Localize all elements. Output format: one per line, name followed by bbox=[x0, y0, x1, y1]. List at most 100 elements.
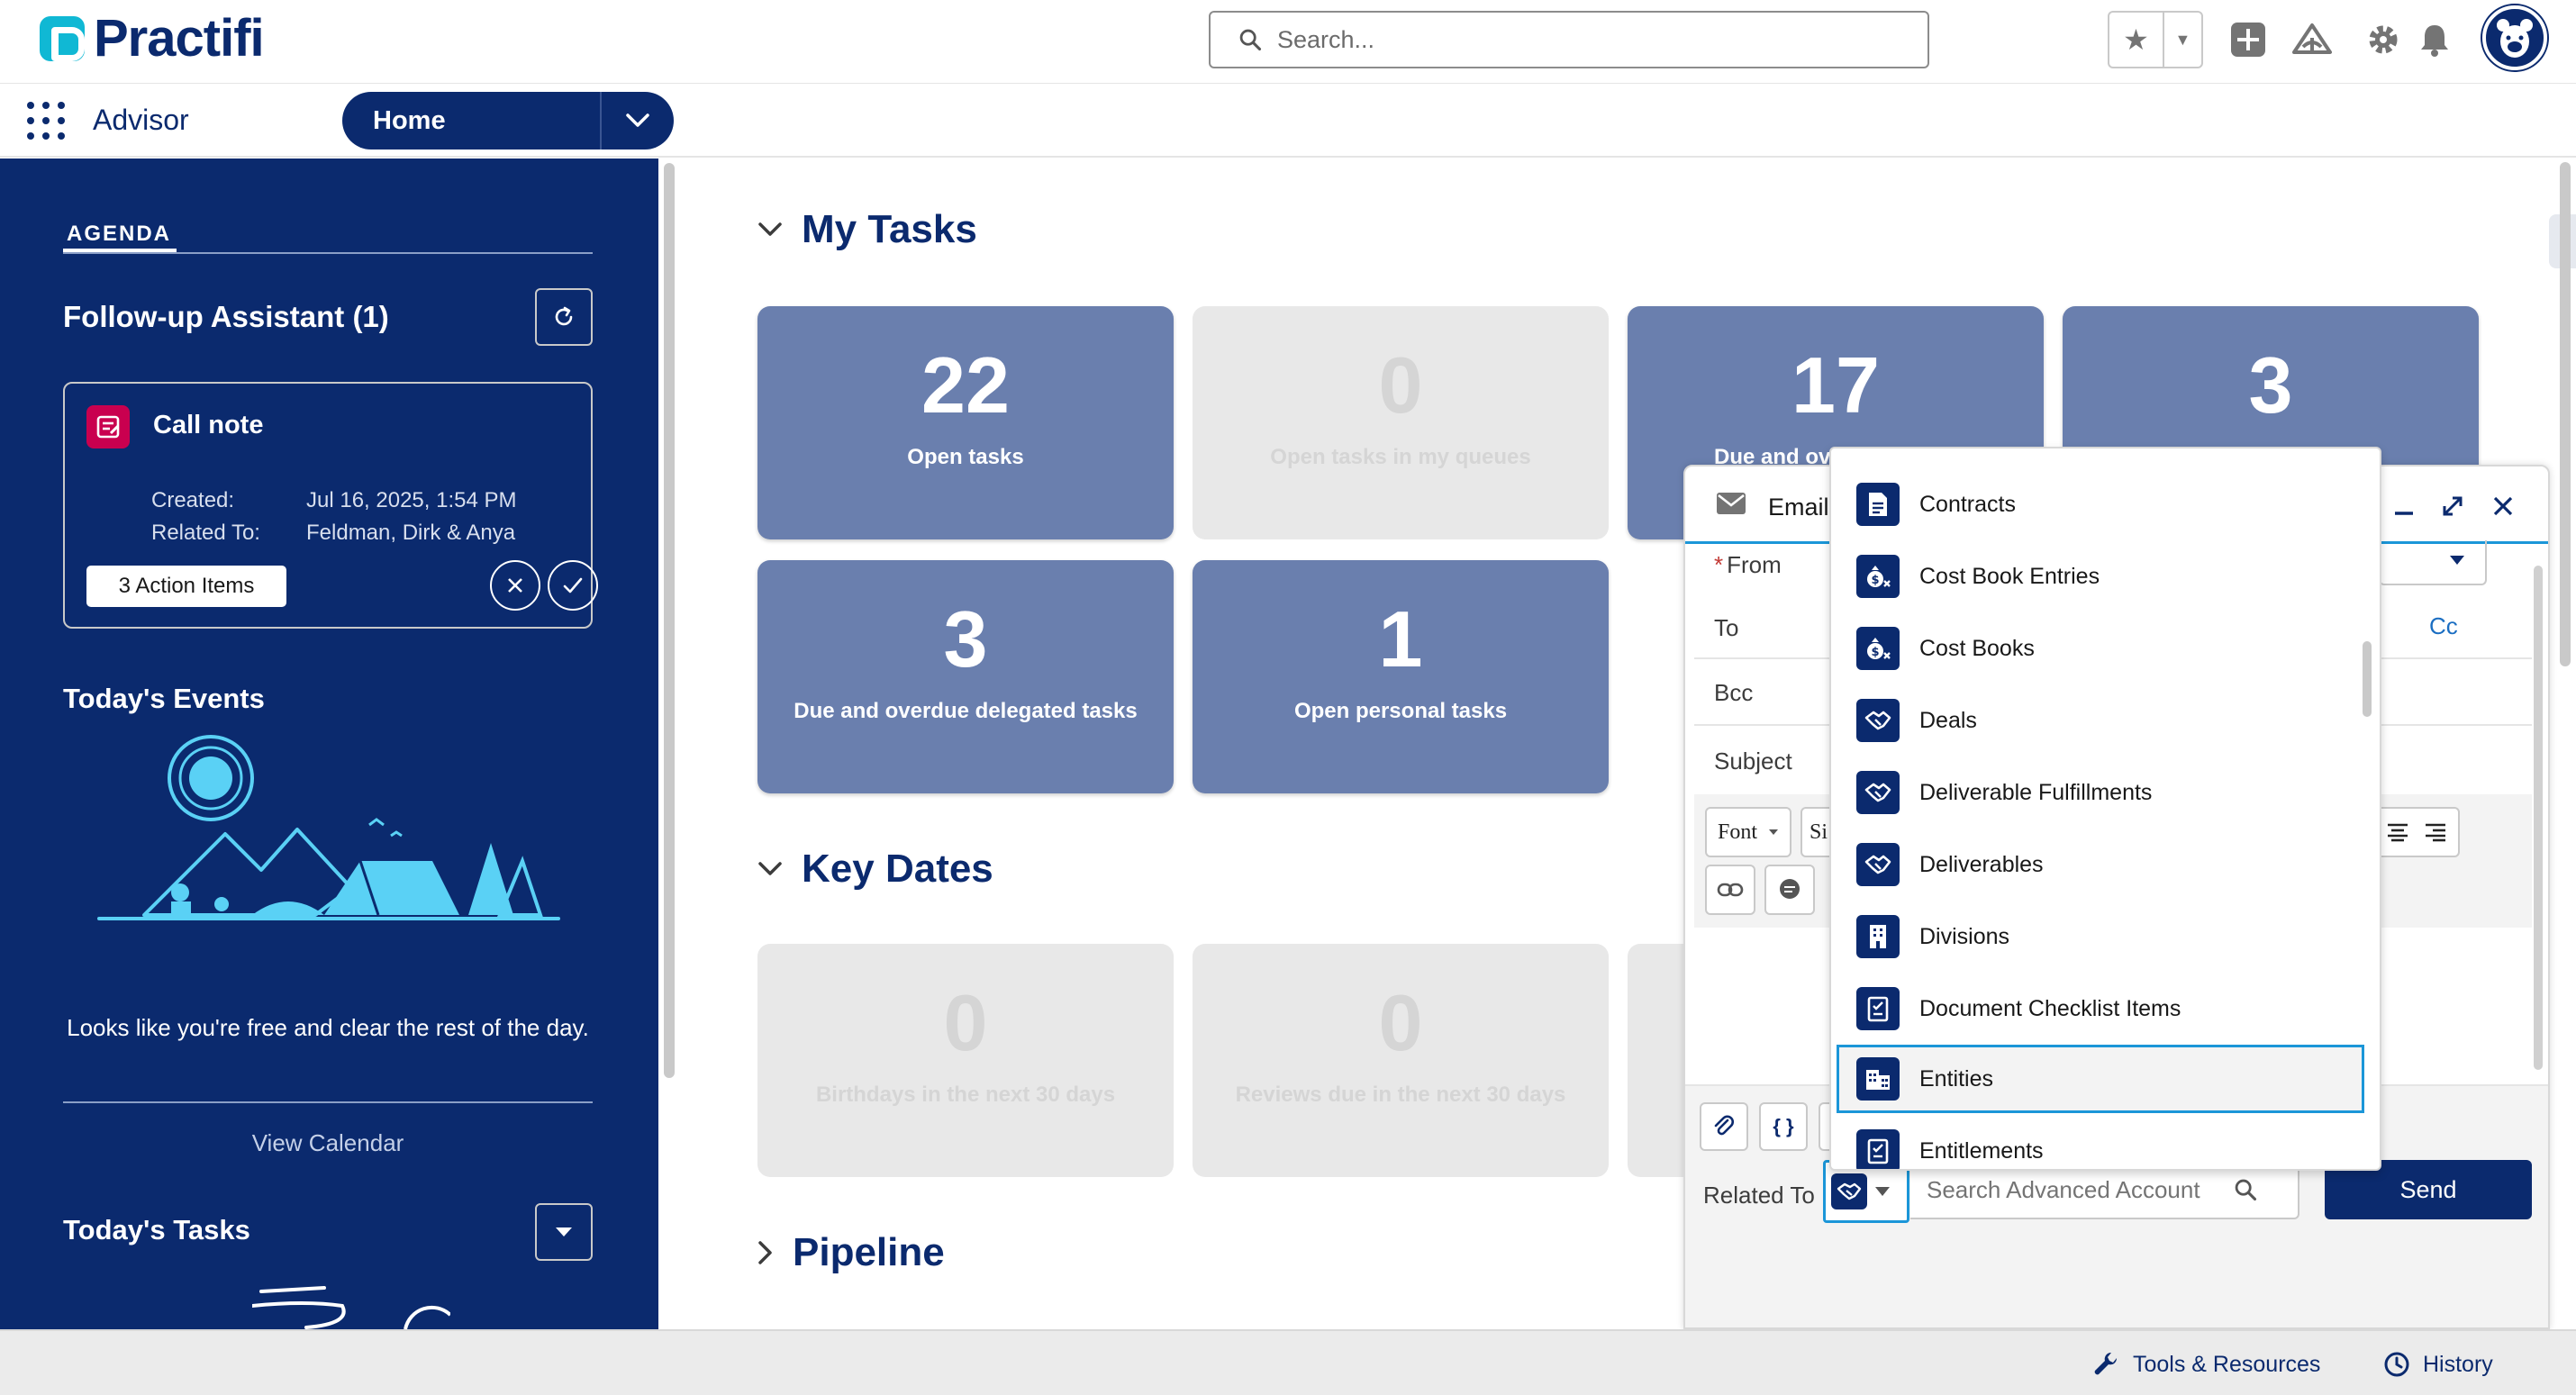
align-center-icon bbox=[2388, 823, 2408, 842]
refresh-button[interactable] bbox=[535, 288, 593, 346]
complete-button[interactable] bbox=[548, 560, 598, 611]
dropdown-item-label: Cost Books bbox=[1919, 635, 2035, 661]
tab-home[interactable]: Home bbox=[342, 92, 674, 149]
dropdown-item-label: Contracts bbox=[1919, 491, 2016, 517]
tile-personal-tasks[interactable]: 1 Open personal tasks bbox=[1193, 560, 1609, 793]
related-to-label: Related To bbox=[1703, 1182, 1815, 1209]
link-button[interactable] bbox=[1705, 865, 1755, 915]
tile-reviews[interactable]: 0 Reviews due in the next 30 days bbox=[1193, 944, 1609, 1177]
history-button[interactable]: History bbox=[2383, 1351, 2493, 1378]
related-to-label: Related To: bbox=[151, 521, 260, 545]
link-icon bbox=[1717, 883, 1744, 897]
handshake-icon bbox=[1856, 843, 1900, 886]
dismiss-button[interactable] bbox=[490, 560, 540, 611]
key-dates-header[interactable]: Key Dates bbox=[757, 847, 993, 892]
chevron-down-icon bbox=[556, 1227, 572, 1236]
tile-value: 22 bbox=[921, 340, 1010, 430]
dropdown-item-deliverable-fulfillments[interactable]: Deliverable Fulfillments bbox=[1837, 758, 2364, 827]
attach-button[interactable] bbox=[1700, 1102, 1748, 1151]
global-search[interactable] bbox=[1209, 11, 1929, 68]
cc-link[interactable]: Cc bbox=[2429, 612, 2458, 640]
money-icon: $ bbox=[1856, 627, 1900, 670]
dropdown-item-deliverables[interactable]: Deliverables bbox=[1837, 830, 2364, 899]
add-icon[interactable] bbox=[2228, 20, 2268, 59]
tile-delegated-tasks[interactable]: 3 Due and overdue delegated tasks bbox=[757, 560, 1174, 793]
bell-icon[interactable] bbox=[2415, 20, 2454, 59]
buildings-icon bbox=[1856, 1057, 1900, 1101]
divider bbox=[63, 252, 593, 254]
global-header: Practifi ★ ▼ bbox=[0, 0, 2576, 84]
call-note-title[interactable]: Call note bbox=[153, 411, 263, 440]
view-calendar-link[interactable]: View Calendar bbox=[63, 1129, 593, 1157]
merge-field-button[interactable]: { } bbox=[1759, 1102, 1808, 1151]
chevron-down-icon bbox=[758, 862, 782, 875]
created-value: Jul 16, 2025, 1:54 PM bbox=[306, 488, 517, 512]
dropdown-item-divisions[interactable]: Divisions bbox=[1837, 902, 2364, 971]
tile-value: 0 bbox=[1378, 978, 1423, 1067]
action-items-badge[interactable]: 3 Action Items bbox=[86, 566, 286, 607]
dropdown-item-deals[interactable]: Deals bbox=[1837, 686, 2364, 755]
dropdown-item-cost-book-entries[interactable]: $ Cost Book Entries bbox=[1837, 542, 2364, 611]
tile-value: 1 bbox=[1378, 594, 1423, 684]
star-icon[interactable]: ★ bbox=[2109, 13, 2164, 67]
font-label: Font bbox=[1717, 820, 1757, 844]
expand-icon[interactable] bbox=[2436, 490, 2469, 522]
from-select[interactable] bbox=[2379, 540, 2487, 585]
user-avatar[interactable] bbox=[2482, 5, 2547, 70]
dropdown-item-label: Entitlements bbox=[1919, 1137, 2044, 1164]
tile-queue-tasks[interactable]: 0 Open tasks in my queues bbox=[1193, 306, 1609, 539]
tools-resources-label: Tools & Resources bbox=[2133, 1351, 2321, 1377]
utility-bar: Tools & Resources History bbox=[0, 1329, 2576, 1395]
dropdown-scrollbar[interactable] bbox=[2363, 641, 2372, 717]
related-to-value[interactable]: Feldman, Dirk & Anya bbox=[306, 521, 515, 546]
to-label: To bbox=[1714, 614, 1739, 641]
dropdown-item-entities[interactable]: Entities bbox=[1837, 1045, 2364, 1113]
tab-agenda[interactable]: AGENDA bbox=[67, 222, 171, 247]
tab-home-label: Home bbox=[373, 105, 446, 135]
close-icon[interactable] bbox=[2487, 490, 2519, 522]
tile-value: 3 bbox=[943, 594, 988, 684]
chevron-down-icon[interactable]: ▼ bbox=[2164, 13, 2201, 67]
dropdown-item-document-checklist-items[interactable]: Document Checklist Items bbox=[1837, 974, 2364, 1043]
merge-field-icon: { } bbox=[1773, 1115, 1794, 1137]
main-scrollbar[interactable] bbox=[2560, 162, 2571, 666]
dropdown-item-entitlements[interactable]: Entitlements bbox=[1837, 1117, 2364, 1169]
tile-open-tasks[interactable]: 22 Open tasks bbox=[757, 306, 1174, 539]
call-note-card[interactable]: Call note Created: Jul 16, 2025, 1:54 PM… bbox=[63, 382, 598, 629]
search-icon bbox=[1239, 29, 1262, 51]
refresh-icon bbox=[555, 306, 573, 326]
checklist-icon bbox=[1856, 1129, 1900, 1169]
font-select[interactable]: Font bbox=[1705, 807, 1791, 857]
gear-icon[interactable] bbox=[2363, 20, 2403, 59]
comment-icon bbox=[1780, 879, 1800, 899]
search-input[interactable] bbox=[1277, 25, 1908, 54]
logo-text: Practifi bbox=[94, 9, 265, 68]
svg-text:$: $ bbox=[1871, 646, 1879, 659]
from-label: * From bbox=[1714, 551, 1782, 578]
related-search-input[interactable] bbox=[1927, 1175, 2233, 1204]
search-icon bbox=[2235, 1179, 2257, 1201]
dropdown-item-cost-books[interactable]: $ Cost Books bbox=[1837, 614, 2364, 683]
pipeline-header[interactable]: Pipeline bbox=[757, 1230, 945, 1275]
minimize-icon[interactable] bbox=[2388, 490, 2420, 522]
composer-scrollbar[interactable] bbox=[2534, 566, 2543, 1070]
sidebar-scrollbar[interactable] bbox=[664, 159, 675, 1329]
my-tasks-header[interactable]: My Tasks bbox=[757, 207, 977, 252]
tile-birthdays[interactable]: 0 Birthdays in the next 30 days bbox=[757, 944, 1174, 1177]
align-buttons[interactable] bbox=[2373, 807, 2460, 857]
trailhead-icon[interactable] bbox=[2292, 20, 2332, 59]
tasks-menu-button[interactable] bbox=[535, 1203, 593, 1261]
comment-button[interactable] bbox=[1764, 865, 1815, 915]
dropdown-item-contracts[interactable]: Contracts bbox=[1837, 470, 2364, 539]
tools-resources-button[interactable]: Tools & Resources bbox=[2093, 1351, 2320, 1378]
tile-value: 0 bbox=[1378, 340, 1423, 430]
my-tasks-title: My Tasks bbox=[802, 207, 977, 251]
tile-value: 17 bbox=[1791, 340, 1880, 430]
todays-events-title: Today's Events bbox=[63, 683, 265, 714]
dropdown-item-label: Entities bbox=[1919, 1065, 1993, 1092]
chevron-down-icon[interactable] bbox=[600, 92, 674, 149]
handshake-icon bbox=[1856, 771, 1900, 814]
follow-up-title: Follow-up Assistant (1) bbox=[63, 300, 389, 333]
app-launcher-icon[interactable] bbox=[27, 102, 65, 140]
practifi-logo[interactable]: Practifi bbox=[40, 9, 265, 68]
